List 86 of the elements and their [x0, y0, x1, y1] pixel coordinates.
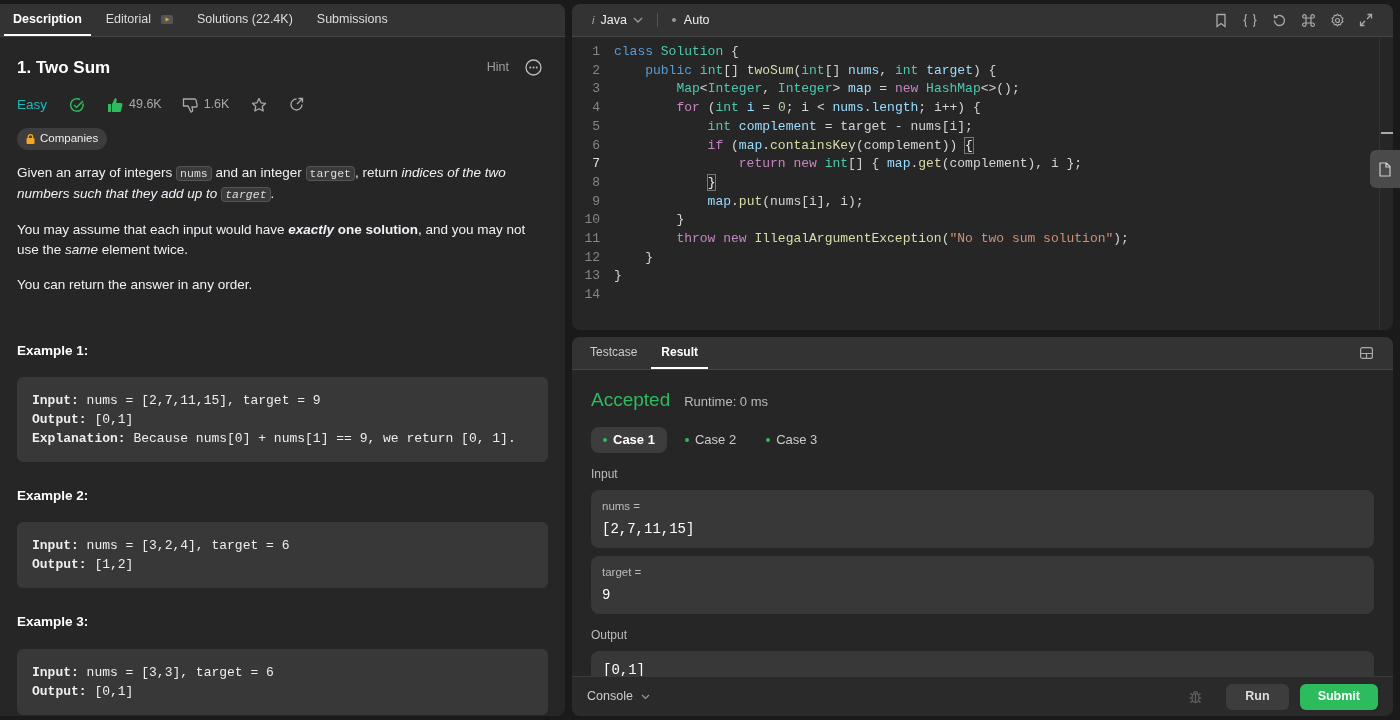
reset-icon[interactable]: [1272, 12, 1287, 28]
code-line: Map<Integer, Integer> map = new HashMap<>();: [675, 80, 1020, 99]
caret-icon: [632, 17, 643, 23]
lock-icon: [26, 133, 35, 144]
problem-tab[interactable]: Solutions (22.4K): [187, 4, 302, 36]
layout-icon[interactable]: [1360, 347, 1373, 359]
share-icon[interactable]: [289, 97, 305, 113]
console-button[interactable]: Console: [587, 687, 650, 706]
line-number: 4: [591, 99, 601, 118]
param-value: [2,7,11,15]: [602, 519, 696, 539]
code-line: }: [614, 267, 622, 286]
code-line: map.put(nums[i], i);: [706, 192, 864, 211]
expand-icon[interactable]: [1359, 13, 1373, 27]
example-title: Example 2:: [17, 487, 90, 505]
case-tab[interactable]: Case 3: [754, 426, 830, 453]
description-paragraph: You may assume that each input would have exactly one solution, and you may not use the same element twice.: [17, 220, 527, 259]
mode-label: Auto: [683, 11, 710, 29]
line-number: 14: [583, 286, 601, 305]
line-number: 7: [591, 155, 601, 174]
param-value: 9: [602, 586, 612, 605]
language-dropdown[interactable]: i Java: [592, 10, 643, 30]
code-line: }: [644, 248, 653, 267]
code-line: int complement = target - nums[i];: [706, 117, 973, 136]
line-number: 6: [591, 136, 601, 155]
section-label: Output: [591, 627, 629, 644]
line-number: 8: [591, 173, 601, 192]
command-icon[interactable]: [1301, 12, 1316, 28]
example-line: Input: nums = [3,3], target = 6: [32, 663, 275, 682]
example-line: Explanation: Because nums[0] + nums[1] == 9, we return [0, 1].: [32, 430, 517, 448]
example-title: Example 3:: [17, 613, 90, 632]
problem-tab[interactable]: Description: [4, 4, 91, 36]
code-line: return new int[] { map.get(complement), i };: [737, 155, 1083, 174]
line-number: 3: [591, 80, 601, 99]
scroll-marker: [1380, 132, 1393, 134]
braces-icon[interactable]: [1242, 12, 1258, 28]
verdict-label: Accepted: [591, 388, 671, 412]
param-name: nums =: [602, 498, 642, 514]
code-line: }: [706, 173, 716, 192]
bookmark-icon[interactable]: [1214, 12, 1228, 28]
problem-title: 1. Two Sum: [17, 57, 112, 79]
file-tab-icon[interactable]: [1370, 150, 1400, 188]
line-number: 2: [591, 61, 601, 80]
thumbs-up-icon[interactable]: [107, 96, 123, 113]
case-tab[interactable]: Case 1: [591, 426, 667, 453]
line-number: 10: [583, 211, 601, 230]
run-button[interactable]: Run: [1226, 683, 1289, 710]
line-number: 12: [583, 248, 601, 267]
code-line: for (int i = 0; i < nums.length; i++) {: [675, 99, 981, 118]
example-title: Example 1:: [17, 341, 90, 360]
line-number: 5: [591, 117, 601, 136]
result-tab[interactable]: Result: [651, 337, 709, 369]
star-icon[interactable]: [251, 96, 268, 113]
case-tab[interactable]: Case 2: [672, 426, 749, 453]
problem-tab[interactable]: Submissions: [307, 4, 397, 36]
line-number: 13: [583, 267, 601, 286]
thumbs-down-icon[interactable]: [181, 96, 198, 113]
example-line: Output: [0,1]: [32, 411, 135, 429]
code-line: class Solution {: [614, 43, 739, 61]
runtime-label: Runtime: 0 ms: [684, 393, 769, 411]
more-icon[interactable]: [525, 59, 542, 77]
example-line: Output: [1,2]: [32, 556, 135, 575]
example-line: Output: [0,1]: [32, 682, 135, 701]
difficulty-label: Easy: [17, 95, 47, 114]
companies-tag[interactable]: Companies: [17, 127, 108, 150]
section-label: Input: [591, 465, 619, 483]
code-line: if (map.containsKey(complement)) {: [706, 136, 973, 155]
description-paragraph: Given an array of integers nums and an integer target , return indices of the two numbers such that they add up to target .: [17, 163, 507, 204]
hint-link[interactable]: Hint: [486, 58, 509, 78]
param-name: target =: [602, 564, 643, 580]
code-line: }: [675, 211, 685, 230]
output-value: [0,1]: [603, 662, 645, 676]
problem-tab[interactable]: Editorial: [96, 4, 182, 36]
description-paragraph: You can return the answer in any order.: [17, 275, 254, 294]
line-number: 9: [591, 192, 601, 211]
example-line: Input: nums = [3,2,4], target = 6: [32, 537, 291, 556]
settings-icon[interactable]: [1330, 12, 1345, 28]
line-number: 1: [591, 43, 601, 61]
code-line: throw new IllegalArgumentException("No two sum solution");: [675, 230, 1129, 249]
like-count: 49.6K: [129, 96, 162, 114]
example-line: Input: nums = [2,7,11,15], target = 9: [32, 392, 322, 410]
line-number: 11: [583, 230, 601, 249]
caret-icon: [640, 693, 650, 700]
result-tab[interactable]: Testcase: [580, 337, 648, 369]
code-line: public int[] twoSum(int[] nums, int target) {: [644, 61, 997, 80]
dislike-count: 1.6K: [203, 96, 230, 114]
bug-icon[interactable]: [1188, 689, 1204, 704]
